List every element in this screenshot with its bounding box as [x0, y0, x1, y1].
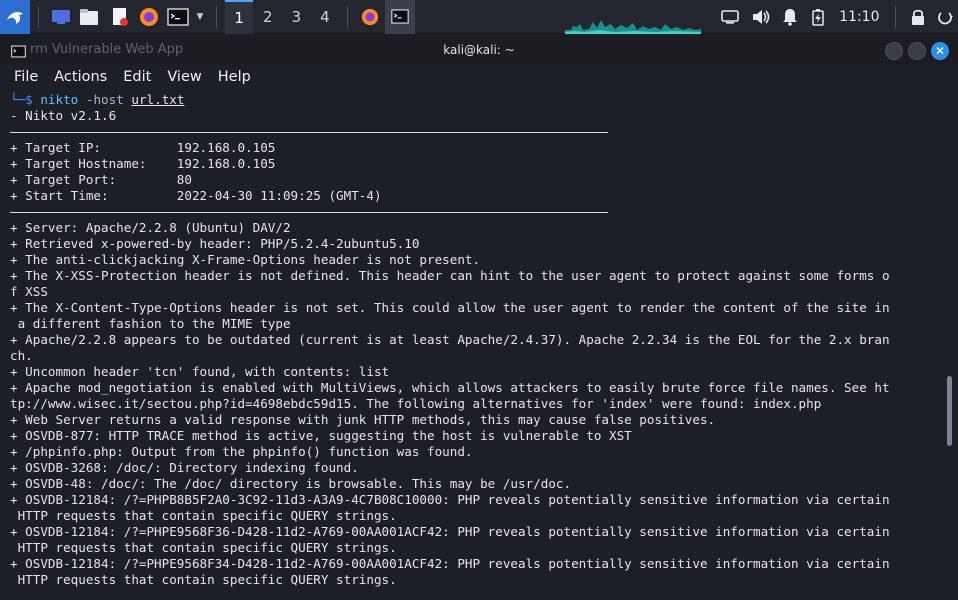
workspace-1[interactable]: 1	[224, 0, 254, 34]
terminal-line: + Start Time: 2022-04-30 11:09:25 (GMT-4…	[10, 188, 382, 203]
panel-separator	[895, 5, 897, 28]
terminal-icon	[166, 7, 189, 26]
terminal-icon	[11, 45, 26, 58]
power-status-button[interactable]	[804, 0, 831, 34]
terminal-line: + The anti-clickjacking X-Frame-Options …	[10, 252, 481, 267]
terminal-line: + Web Server returns a valid response wi…	[10, 412, 716, 427]
prompt-symbol: └─$	[10, 92, 33, 107]
window-app-icon	[11, 43, 26, 62]
file-manager-icon	[80, 8, 99, 25]
terminal-line: + Target Port: 80	[10, 172, 192, 187]
terminal-line: f XSS	[10, 284, 48, 299]
terminal-line: + Retrieved x-powered-by header: PHP/5.2…	[10, 236, 420, 251]
menu-bar: File Actions Edit View Help	[0, 64, 958, 90]
terminal-launcher-button[interactable]	[163, 0, 192, 34]
terminal-line: + OSVDB-12184: /?=PHPE9568F36-D428-11d2-…	[10, 524, 890, 539]
monitor-icon	[721, 9, 740, 24]
command-name: nikto	[40, 92, 79, 107]
close-icon: ✕	[934, 44, 946, 58]
menu-help[interactable]: Help	[210, 69, 259, 85]
text-editor-button[interactable]	[104, 0, 134, 34]
display-settings-button[interactable]	[715, 0, 745, 34]
output-lines: - Nikto v2.1.6 + Target IP: 192.168.0.105…	[10, 108, 958, 588]
background-window-title: rm Vulnerable Web App	[30, 42, 184, 57]
taskbar-firefox-window[interactable]	[356, 0, 385, 34]
panel-separator	[38, 5, 40, 28]
terminal-line: + Target IP: 192.168.0.105	[10, 140, 276, 155]
power-icon	[937, 11, 953, 24]
terminal-line: + The X-XSS-Protection header is not def…	[10, 268, 890, 283]
launcher-dropdown-button[interactable]: ▼	[192, 0, 208, 34]
panel-separator	[347, 5, 349, 28]
panel-separator	[216, 5, 217, 28]
kali-menu-button[interactable]	[0, 0, 31, 34]
terminal-line: + The X-Content-Type-Options header is n…	[10, 300, 890, 315]
notifications-button[interactable]	[776, 0, 805, 34]
desktop-icon	[51, 9, 70, 24]
terminal-scrollbar[interactable]	[947, 376, 952, 446]
logout-button[interactable]	[931, 0, 958, 34]
firefox-launcher-button[interactable]	[135, 0, 164, 34]
file-manager-button[interactable]	[74, 0, 104, 34]
chevron-down-icon: ▼	[196, 11, 204, 22]
terminal-line: + Target Hostname: 192.168.0.105	[10, 156, 276, 171]
prompt-line: └─$ nikto -host url.txt	[10, 92, 958, 108]
terminal-line: + Server: Apache/2.2.8 (Ubuntu) DAV/2	[10, 220, 291, 235]
close-button[interactable]: ✕	[931, 42, 949, 60]
terminal-line: + /phpinfo.php: Output from the phpinfo(…	[10, 444, 473, 459]
terminal-line: HTTP requests that contain specific QUER…	[10, 572, 397, 587]
terminal-line: + OSVDB-48: /doc/: The /doc/ directory i…	[10, 476, 572, 491]
panel-clock[interactable]: 11:10	[831, 9, 887, 25]
terminal-line: HTTP requests that contain specific QUER…	[10, 540, 397, 555]
terminal-line: + OSVDB-877: HTTP TRACE method is active…	[10, 428, 632, 443]
firefox-icon	[362, 8, 379, 25]
menu-edit[interactable]: Edit	[115, 69, 159, 85]
terminal-line: + OSVDB-3268: /doc/: Directory indexing …	[10, 460, 359, 475]
bell-icon	[783, 8, 798, 26]
separator-rule	[10, 204, 958, 220]
terminal-line: + OSVDB-12184: /?=PHPB8B5F2A0-3C92-11d3-…	[10, 492, 890, 507]
terminal-icon	[391, 9, 409, 24]
terminal-window: rm Vulnerable Web App kali@kali: ~ ✕ Fil…	[0, 36, 958, 600]
window-titlebar[interactable]: rm Vulnerable Web App kali@kali: ~ ✕	[0, 36, 958, 64]
lock-screen-button[interactable]	[904, 0, 931, 34]
separator-rule	[10, 124, 958, 140]
cpu-graph-widget	[565, 0, 702, 34]
workspace-2[interactable]: 2	[253, 0, 282, 34]
top-panel: ▼ 1 2 3 4 11:10	[0, 0, 958, 34]
kali-menu-icon	[7, 11, 24, 24]
terminal-line: HTTP requests that contain specific QUER…	[10, 508, 397, 523]
command-option: -host	[85, 92, 124, 107]
window-title: kali@kali: ~	[443, 43, 515, 57]
lock-icon	[911, 9, 924, 25]
terminal-line: tp://www.wisec.it/sectou.php?id=4698ebdc…	[10, 396, 822, 411]
battery-charging-icon	[811, 8, 824, 26]
terminal-line: - Nikto v2.1.6	[10, 108, 117, 123]
workspace-3[interactable]: 3	[282, 0, 311, 34]
terminal-line: ch.	[10, 348, 33, 363]
minimize-button[interactable]	[885, 42, 903, 60]
taskbar-terminal-window[interactable]	[384, 0, 416, 34]
menu-actions[interactable]: Actions	[46, 69, 115, 85]
terminal-line: + Apache/2.2.8 appears to be outdated (c…	[10, 332, 890, 347]
terminal-line: + OSVDB-12184: /?=PHPE9568F34-D428-11d2-…	[10, 556, 890, 571]
terminal-line: + Apache mod_negotiation is enabled with…	[10, 380, 890, 395]
text-editor-icon	[112, 7, 128, 26]
menu-view[interactable]: View	[159, 69, 209, 85]
volume-icon	[752, 9, 769, 24]
terminal-line: + Uncommon header 'tcn' found, with cont…	[10, 364, 390, 379]
command-argument: url.txt	[131, 92, 185, 107]
terminal-line: a different fashion to the MIME type	[10, 316, 291, 331]
menu-file[interactable]: File	[6, 69, 46, 85]
workspace-4[interactable]: 4	[311, 0, 340, 34]
volume-button[interactable]	[745, 0, 775, 34]
terminal-output[interactable]: └─$ nikto -host url.txt - Nikto v2.1.6 + …	[0, 92, 958, 600]
firefox-icon	[140, 7, 159, 26]
activity-graph-icon	[565, 19, 702, 34]
maximize-button[interactable]	[908, 42, 926, 60]
show-desktop-button[interactable]	[47, 0, 74, 34]
